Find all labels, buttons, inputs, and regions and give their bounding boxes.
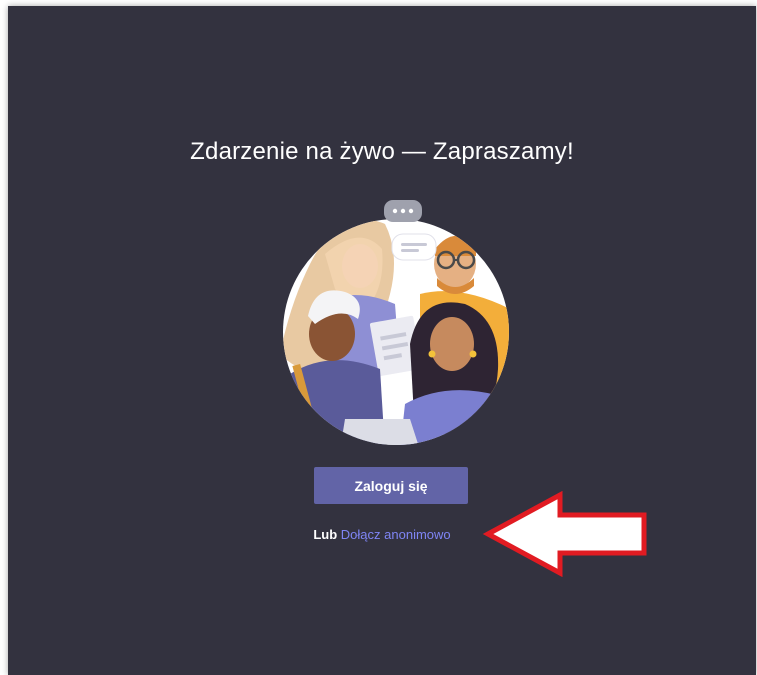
page-title: Zdarzenie na żywo — Zapraszamy! (190, 138, 574, 165)
join-anonymously-link[interactable]: Dołącz anonimowo (341, 527, 451, 542)
signin-button[interactable]: Zaloguj się (314, 467, 468, 504)
or-label: Lub (313, 527, 338, 542)
people-illustration (283, 200, 509, 445)
arrow-annotation (482, 491, 647, 577)
